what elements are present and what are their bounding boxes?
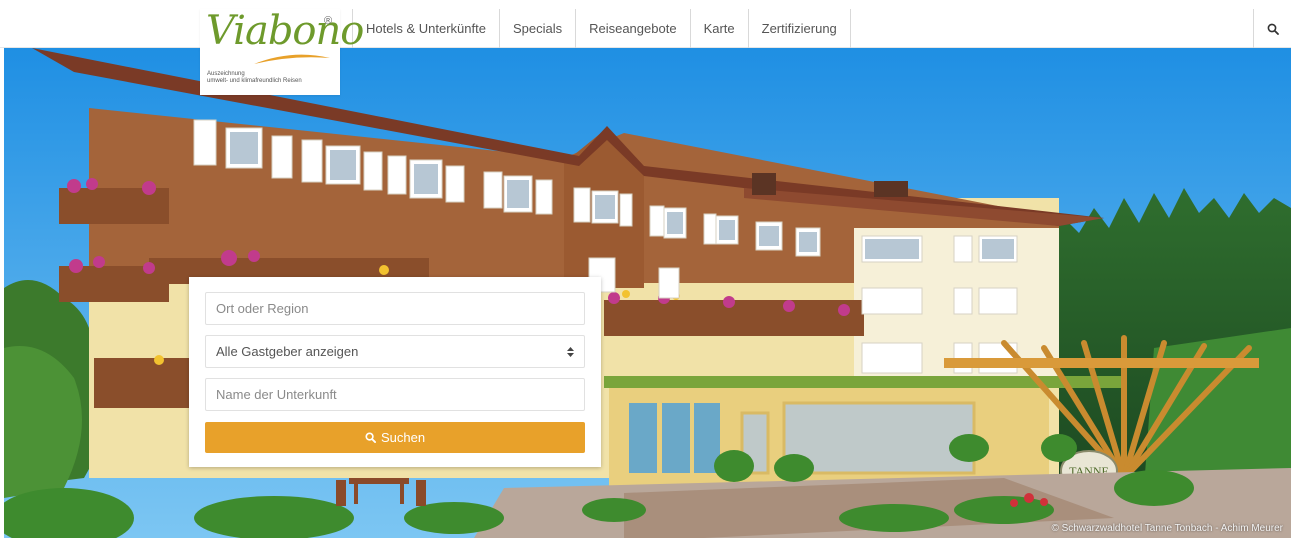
host-type-select-value: Alle Gastgeber anzeigen [216,344,359,359]
select-arrows-icon [567,347,574,357]
logo-swoosh-icon [254,54,330,64]
photo-credit: © Schwarzwaldhotel Tanne Tonbach - Achim… [1051,523,1283,534]
search-submit-label: Suchen [380,430,426,445]
nav-item-zertifizierung[interactable]: Zertifizierung [747,9,851,48]
nav-item-karte[interactable]: Karte [689,9,748,48]
logo-registered-mark: ® [324,15,333,27]
main-navigation: Hotels & Unterkünfte Specials Reiseangeb… [352,9,851,48]
search-icon [365,432,376,443]
logo-tagline-2: umwelt- und klimafreundlich Reisen [207,78,302,84]
host-type-select[interactable]: Alle Gastgeber anzeigen [205,335,585,368]
nav-item-reiseangebote[interactable]: Reiseangebote [575,9,689,48]
viabono-logo[interactable]: Viabono ® Auszeichnung umwelt- und klima… [200,9,364,95]
accommodation-name-input[interactable] [205,378,585,411]
logo-wordmark: Viabono [206,8,364,54]
nav-item-hotels[interactable]: Hotels & Unterkünfte [352,9,499,48]
accommodation-search-form: Alle Gastgeber anzeigen Suchen [189,277,601,467]
nav-item-specials[interactable]: Specials [498,9,575,48]
logo-tagline-1: Auszeichnung [207,71,245,77]
location-input[interactable] [205,292,585,325]
search-submit-button[interactable]: Suchen [205,422,585,453]
header-search-button[interactable] [1253,9,1291,48]
search-icon [1267,23,1279,35]
top-navigation-bar: Hotels & Unterkünfte Specials Reiseangeb… [0,0,1291,48]
